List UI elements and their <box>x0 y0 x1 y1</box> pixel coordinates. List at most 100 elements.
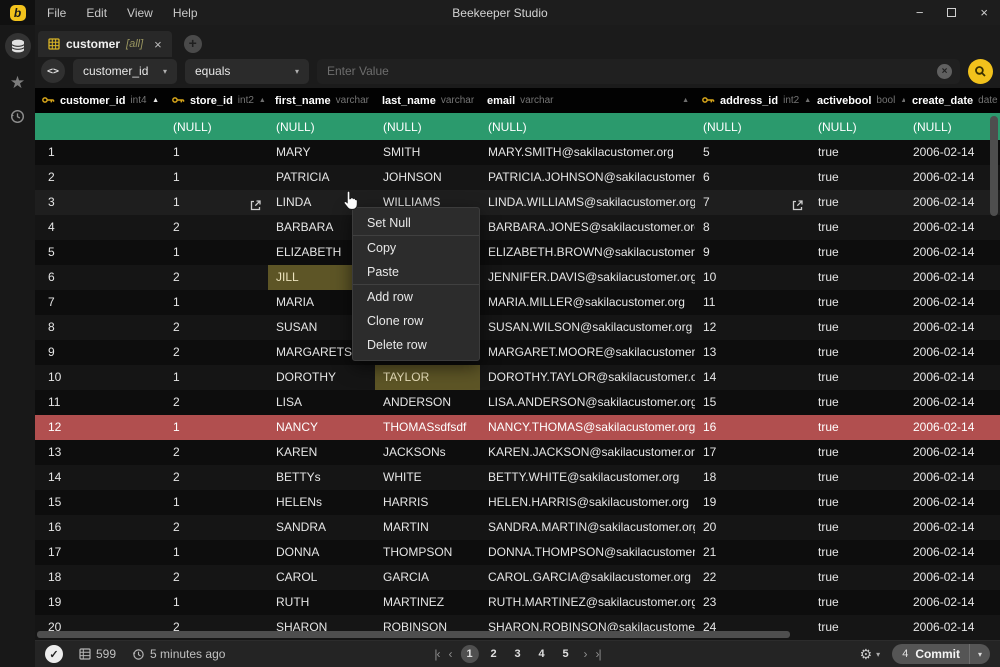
column-header-create_date[interactable]: create_date date ▲ <box>905 88 1000 113</box>
table-row[interactable]: 132KARENJACKSONsKAREN.JACKSON@sakilacust… <box>35 440 1000 465</box>
cell-create_date[interactable]: 2006-02-14 <box>905 490 1000 515</box>
cell-email[interactable]: CAROL.GARCIA@sakilacustomer.org <box>480 565 695 590</box>
cell-activebool[interactable]: true <box>810 315 905 340</box>
cell-first_name[interactable]: NANCY <box>268 415 375 440</box>
filter-field-dropdown[interactable]: customer_id ▾ <box>73 59 177 84</box>
cell-first_name[interactable]: CAROL <box>268 565 375 590</box>
cell-store_id[interactable]: 1 <box>165 490 268 515</box>
cell-activebool[interactable]: true <box>810 190 905 215</box>
gear-icon[interactable]: ⚙ <box>860 647 873 661</box>
cell-store_id[interactable]: 1 <box>165 365 268 390</box>
cell-activebool[interactable]: true <box>810 615 905 640</box>
cell-address_id[interactable]: 9 <box>695 240 810 265</box>
column-header-first_name[interactable]: first_name varchar ▲ <box>268 88 375 113</box>
cell-activebool[interactable]: true <box>810 440 905 465</box>
cell-customer_id[interactable]: 1 <box>35 140 165 165</box>
table-row[interactable]: 21PATRICIAJOHNSONPATRICIA.JOHNSON@sakila… <box>35 165 1000 190</box>
cell-create_date[interactable]: 2006-02-14 <box>905 340 1000 365</box>
cell-address_id[interactable]: 20 <box>695 515 810 540</box>
cell-activebool[interactable]: true <box>810 590 905 615</box>
null-cell[interactable]: (NULL) <box>480 120 695 134</box>
table-row[interactable]: 42BARBARAJONESBARBARA.JONES@sakilacustom… <box>35 215 1000 240</box>
cell-create_date[interactable]: 2006-02-14 <box>905 265 1000 290</box>
cell-customer_id[interactable]: 10 <box>35 365 165 390</box>
cell-email[interactable]: KAREN.JACKSON@sakilacustomer.org <box>480 440 695 465</box>
menu-item-file[interactable]: File <box>37 6 76 20</box>
menu-item-view[interactable]: View <box>117 6 163 20</box>
cell-activebool[interactable]: true <box>810 515 905 540</box>
table-row[interactable]: 112LISAANDERSONLISA.ANDERSON@sakilacusto… <box>35 390 1000 415</box>
cell-email[interactable]: LINDA.WILLIAMS@sakilacustomer.org <box>480 190 695 215</box>
sort-caret-icon[interactable]: ▲ <box>259 97 266 104</box>
column-header-store_id[interactable]: store_id int2 ▲ <box>165 88 268 113</box>
sort-caret-icon[interactable]: ▲ <box>682 97 689 104</box>
cell-email[interactable]: MARY.SMITH@sakilacustomer.org <box>480 140 695 165</box>
cell-last_name[interactable]: SMITH <box>375 140 480 165</box>
cell-activebool[interactable]: true <box>810 540 905 565</box>
cell-store_id[interactable]: 1 <box>165 140 268 165</box>
cell-customer_id[interactable]: 15 <box>35 490 165 515</box>
cell-first_name[interactable]: DOROTHY <box>268 365 375 390</box>
cell-email[interactable]: DOROTHY.TAYLOR@sakilacustomer.org <box>480 365 695 390</box>
commit-dropdown-caret[interactable]: ▾ <box>969 644 990 664</box>
cell-email[interactable]: DONNA.THOMPSON@sakilacustomer.org <box>480 540 695 565</box>
last-refreshed[interactable]: 5 minutes ago <box>132 647 225 661</box>
cell-create_date[interactable]: 2006-02-14 <box>905 440 1000 465</box>
prev-page-button[interactable]: ‹ <box>449 647 452 661</box>
cell-activebool[interactable]: true <box>810 165 905 190</box>
cell-email[interactable]: PATRICIA.JOHNSON@sakilacustomer.org <box>480 165 695 190</box>
cell-customer_id[interactable]: 5 <box>35 240 165 265</box>
cell-address_id[interactable]: 18 <box>695 465 810 490</box>
context-menu-item-copy[interactable]: Copy <box>353 236 479 260</box>
cell-last_name[interactable]: GARCIA <box>375 565 480 590</box>
cell-address_id[interactable]: 8 <box>695 215 810 240</box>
cell-create_date[interactable]: 2006-02-14 <box>905 165 1000 190</box>
context-menu-item-add-row[interactable]: Add row <box>353 285 479 309</box>
cell-last_name[interactable]: ANDERSON <box>375 390 480 415</box>
cell-store_id[interactable]: 1 <box>165 240 268 265</box>
null-cell[interactable]: (NULL) <box>695 120 810 134</box>
cell-store_id[interactable]: 1 <box>165 290 268 315</box>
cell-email[interactable]: MARGARET.MOORE@sakilacustomer.org <box>480 340 695 365</box>
tab-customer[interactable]: customer [all] × <box>38 31 172 57</box>
cell-address_id[interactable]: 6 <box>695 165 810 190</box>
cell-customer_id[interactable]: 13 <box>35 440 165 465</box>
cell-last_name[interactable]: THOMPSON <box>375 540 480 565</box>
cell-store_id[interactable]: 1 <box>165 415 268 440</box>
search-button[interactable] <box>968 59 993 84</box>
cell-activebool[interactable]: true <box>810 215 905 240</box>
cell-first_name[interactable]: SANDRA <box>268 515 375 540</box>
cell-customer_id[interactable]: 8 <box>35 315 165 340</box>
cell-last_name[interactable]: MARTIN <box>375 515 480 540</box>
cell-store_id[interactable]: 2 <box>165 440 268 465</box>
cell-email[interactable]: LISA.ANDERSON@sakilacustomer.org <box>480 390 695 415</box>
table-row[interactable]: 151HELENsHARRISHELEN.HARRIS@sakilacustom… <box>35 490 1000 515</box>
page-number-button[interactable]: 1 <box>461 645 479 663</box>
cell-store_id[interactable]: 2 <box>165 390 268 415</box>
column-header-customer_id[interactable]: customer_id int4 ▲ <box>35 88 165 113</box>
null-cell[interactable]: (NULL) <box>905 120 1000 134</box>
cell-customer_id[interactable]: 19 <box>35 590 165 615</box>
table-row[interactable]: 92MARGARETSsMOORESMARGARET.MOORE@sakilac… <box>35 340 1000 365</box>
cell-address_id[interactable]: 21 <box>695 540 810 565</box>
vertical-scrollbar[interactable] <box>990 116 998 216</box>
cell-last_name[interactable]: MARTINEZ <box>375 590 480 615</box>
cell-customer_id[interactable]: 3 <box>35 190 165 215</box>
cell-activebool[interactable]: true <box>810 365 905 390</box>
cell-store_id[interactable]: 2 <box>165 215 268 240</box>
cell-email[interactable]: MARIA.MILLER@sakilacustomer.org <box>480 290 695 315</box>
cell-customer_id[interactable]: 6 <box>35 265 165 290</box>
cell-address_id[interactable]: 13 <box>695 340 810 365</box>
cell-create_date[interactable]: 2006-02-14 <box>905 540 1000 565</box>
maximize-button[interactable] <box>947 8 956 17</box>
new-tab-button[interactable]: + <box>184 35 202 53</box>
cell-create_date[interactable]: 2006-02-14 <box>905 465 1000 490</box>
commit-button[interactable]: 4 Commit ▾ <box>892 644 990 664</box>
page-number-button[interactable]: 3 <box>509 645 527 663</box>
null-cell[interactable]: (NULL) <box>810 120 905 134</box>
cell-store_id[interactable]: 1 <box>165 190 268 215</box>
cell-activebool[interactable]: true <box>810 465 905 490</box>
cell-email[interactable]: RUTH.MARTINEZ@sakilacustomer.org <box>480 590 695 615</box>
cell-address_id[interactable]: 15 <box>695 390 810 415</box>
column-header-last_name[interactable]: last_name varchar ▲ <box>375 88 480 113</box>
